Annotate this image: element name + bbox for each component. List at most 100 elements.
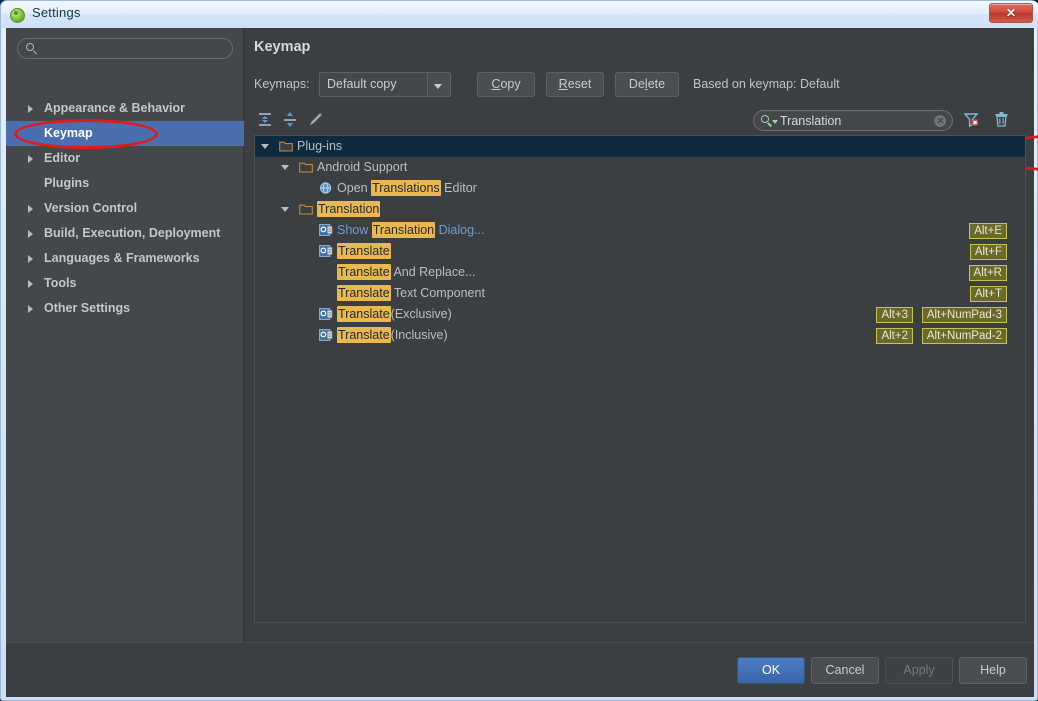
tree-row-text: Editor <box>440 181 477 195</box>
sidebar-item-appearance-behavior[interactable]: Appearance & Behavior <box>6 96 244 121</box>
filter-icon[interactable] <box>962 110 981 129</box>
action-icon <box>319 308 333 320</box>
tree-row-label: Android Support <box>317 160 407 174</box>
sidebar-item-version-control[interactable]: Version Control <box>6 196 244 221</box>
tree-row-label: Translate(Inclusive) <box>337 327 448 343</box>
tree-row-label: Open Translations Editor <box>337 180 477 196</box>
search-match-highlight: Translate <box>337 327 391 343</box>
settings-dialog: Settings ✕ Appearance & Behavior Keymap Ed… <box>0 0 1038 701</box>
shortcut-badge: Alt+3 <box>876 307 913 323</box>
tree-row[interactable]: Open Translations Editor <box>255 178 1025 199</box>
chevron-down-icon[interactable] <box>772 120 778 124</box>
tree-row-label: Show Translation Dialog... <box>337 222 484 238</box>
sidebar-item-label: Appearance & Behavior <box>44 101 186 115</box>
apply-button: Apply <box>885 657 953 684</box>
keymaps-label: Keymaps: <box>254 77 310 91</box>
reset-button[interactable]: Reset <box>546 72 604 97</box>
dialog-footer: OK Cancel Apply Help <box>6 642 1034 697</box>
folder-icon <box>299 161 313 173</box>
tree-row-text: Open <box>337 181 372 195</box>
action-icon <box>319 329 333 341</box>
keymap-search-box[interactable] <box>753 110 953 131</box>
sidebar-item-other-settings[interactable]: Other Settings <box>6 296 244 321</box>
shortcut-badge: Alt+T <box>969 286 1007 302</box>
sidebar-item-label: Tools <box>44 276 77 290</box>
tree-row-text: (Exclusive) <box>390 307 452 321</box>
clear-icon[interactable] <box>934 115 946 127</box>
chevron-right-icon[interactable] <box>28 205 33 213</box>
chevron-right-icon[interactable] <box>28 280 33 288</box>
sidebar-search-box[interactable] <box>17 38 233 59</box>
tree-row-label: Translate Text Component <box>337 285 485 301</box>
trash-icon[interactable] <box>992 110 1011 129</box>
page-title: Keymap <box>254 39 311 55</box>
folder-icon <box>279 140 293 152</box>
tree-row[interactable]: Translate And Replace... Alt+R <box>255 262 1025 283</box>
tree-row-text: Text Component <box>390 286 485 300</box>
tree-row-label: Translate <box>337 243 391 259</box>
copy-button[interactable]: Copy <box>477 72 535 97</box>
tree-row[interactable]: Plug-ins <box>255 136 1025 157</box>
keymap-search-input[interactable] <box>780 113 935 129</box>
sidebar-item-languages-frameworks[interactable]: Languages & Frameworks <box>6 246 244 271</box>
search-match-highlight: Translate <box>337 306 391 322</box>
reset-button-label-mnemonic: R <box>558 77 568 91</box>
search-match-highlight: Translation <box>317 201 381 217</box>
search-match-highlight: Translations <box>371 180 441 196</box>
tree-toolbar <box>254 106 1026 135</box>
sidebar-item-tools[interactable]: Tools <box>6 271 244 296</box>
keymap-action-tree[interactable]: Plug-ins Android Support Open Translations… <box>254 135 1026 623</box>
sidebar-item-label: Languages & Frameworks <box>44 251 200 265</box>
settings-sidebar: Appearance & Behavior Keymap Editor Plugins… <box>6 28 244 642</box>
tree-row[interactable]: Android Support <box>255 157 1025 178</box>
cancel-button[interactable]: Cancel <box>811 657 879 684</box>
sidebar-item-label: Version Control <box>44 201 138 215</box>
tree-row[interactable]: Translate(Inclusive) Alt+NumPad-2 Alt+2 <box>255 325 1025 346</box>
shortcut-badge: Alt+F <box>969 244 1007 260</box>
sidebar-item-label: Editor <box>44 151 81 165</box>
keymap-pane: Keymap Keymaps: Default copy Copy Reset … <box>245 28 1038 642</box>
copy-button-label: opy <box>500 77 521 91</box>
shortcut-badge: Alt+2 <box>876 328 913 344</box>
keymap-select[interactable]: Default copy <box>319 72 451 97</box>
tree-row-text: And Replace... <box>390 265 476 279</box>
delete-button-label-b: ete <box>647 77 666 91</box>
tree-row-label: Translation <box>317 201 381 217</box>
chevron-right-icon[interactable] <box>28 305 33 313</box>
sidebar-item-editor[interactable]: Editor <box>6 146 244 171</box>
sidebar-item-label: Other Settings <box>44 301 131 315</box>
sidebar-item-plugins[interactable]: Plugins <box>6 171 244 196</box>
edit-shortcut-icon[interactable] <box>306 110 325 129</box>
chevron-right-icon[interactable] <box>28 255 33 263</box>
chevron-down-icon[interactable] <box>281 207 289 212</box>
title-bar: Settings ✕ <box>1 1 1038 28</box>
help-button[interactable]: Help <box>959 657 1027 684</box>
tree-row-label: Translate And Replace... <box>337 264 476 280</box>
tree-row[interactable]: Translate(Exclusive) Alt+NumPad-3 Alt+3 <box>255 304 1025 325</box>
close-button[interactable]: ✕ <box>989 3 1033 23</box>
delete-button[interactable]: Delete <box>615 72 679 97</box>
search-match-highlight: Translation <box>371 222 436 238</box>
chevron-down-icon[interactable] <box>281 165 289 170</box>
action-icon <box>319 245 333 257</box>
sidebar-item-build-execution-deployment[interactable]: Build, Execution, Deployment <box>6 221 244 246</box>
tree-row[interactable]: Translate Text Component Alt+T <box>255 283 1025 304</box>
chevron-right-icon[interactable] <box>28 105 33 113</box>
chevron-right-icon[interactable] <box>28 155 33 163</box>
expand-all-icon[interactable] <box>256 110 275 129</box>
shortcut-badge: Alt+E <box>969 223 1007 239</box>
tree-row[interactable]: Translation <box>255 199 1025 220</box>
tree-row[interactable]: Translate Alt+F <box>255 241 1025 262</box>
sidebar-item-keymap[interactable]: Keymap <box>6 121 244 146</box>
tree-row[interactable]: Show Translation Dialog... Alt+E <box>255 220 1025 241</box>
search-icon <box>26 43 34 51</box>
chevron-down-icon[interactable] <box>261 144 269 149</box>
chevron-right-icon[interactable] <box>28 230 33 238</box>
collapse-all-icon[interactable] <box>281 110 300 129</box>
search-icon <box>761 115 769 123</box>
shortcut-badge: Alt+R <box>968 265 1007 281</box>
ok-button[interactable]: OK <box>737 657 805 684</box>
window-title: Settings <box>32 5 81 20</box>
sidebar-search-input[interactable] <box>41 41 226 57</box>
search-match-highlight: Translate <box>337 285 391 301</box>
